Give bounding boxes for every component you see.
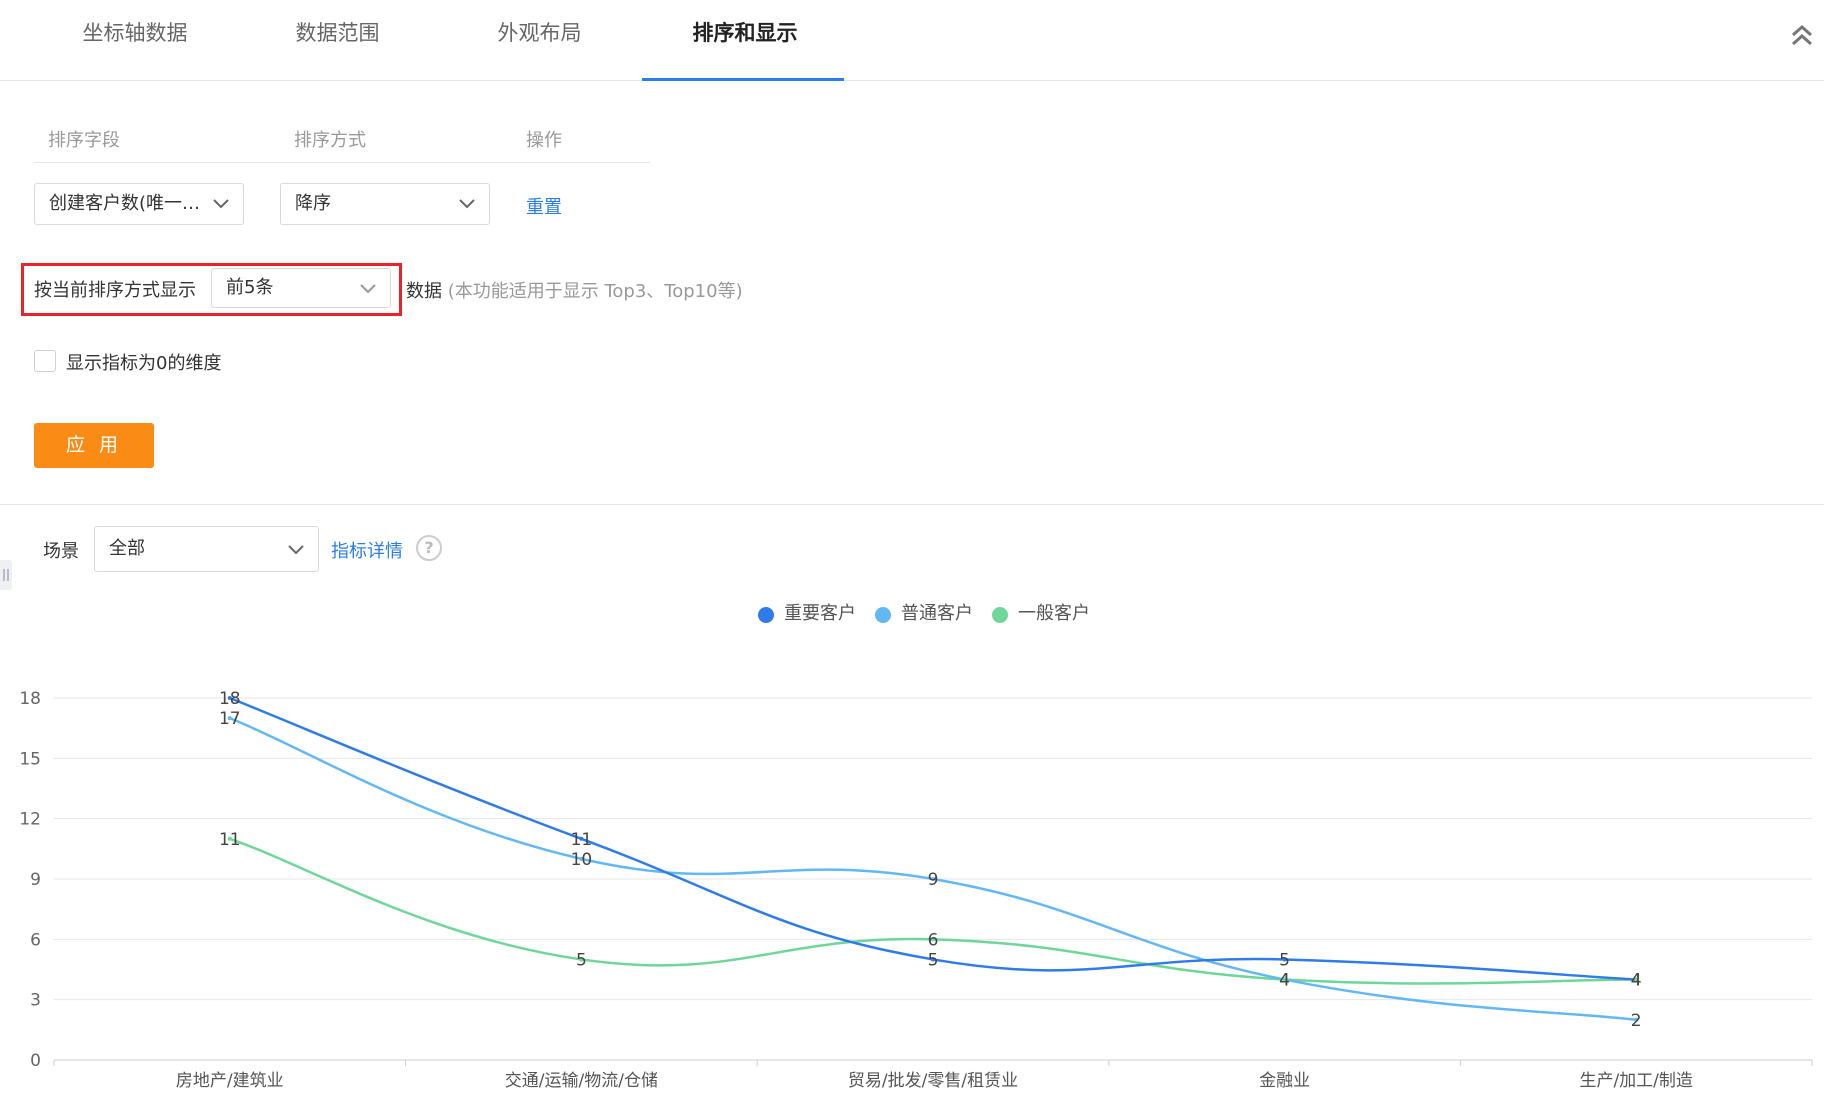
y-tick-label: 6 bbox=[30, 930, 41, 950]
data-label: 18 bbox=[219, 689, 241, 709]
reset-link[interactable]: 重置 bbox=[526, 193, 562, 219]
tab-data-range[interactable]: 数据范围 bbox=[290, 18, 385, 48]
data-label: 5 bbox=[928, 950, 939, 970]
double-chevron-up-icon[interactable] bbox=[1790, 22, 1814, 48]
legend-dot bbox=[875, 607, 891, 623]
y-tick-label: 9 bbox=[30, 870, 41, 890]
x-tick-label: 金融业 bbox=[1259, 1071, 1310, 1091]
top-n-hint: (本功能适用于显示 Top3、Top10等) bbox=[447, 281, 743, 302]
table-header-divider bbox=[34, 162, 650, 163]
line-chart: 0 3 6 9 12 15 18 房地产/建筑业 交通/运输/物流/仓储 贸易/批发/零售/租赁业… bbox=[19, 689, 1813, 1091]
tab-appearance[interactable]: 外观布局 bbox=[492, 18, 587, 48]
top-n-select[interactable]: 前5条 bbox=[211, 268, 391, 308]
top-n-suffix: 数据 bbox=[406, 281, 442, 302]
data-label: 10 bbox=[571, 850, 593, 870]
header-operation: 操作 bbox=[526, 130, 562, 151]
top-n-suffix-row: 数据 (本功能适用于显示 Top3、Top10等) bbox=[406, 277, 743, 303]
header-sort-order: 排序方式 bbox=[294, 130, 366, 151]
legend-label: 一般客户 bbox=[1018, 603, 1090, 624]
scene-select[interactable]: 全部 bbox=[94, 526, 319, 572]
tab-sort-display[interactable]: 排序和显示 bbox=[680, 18, 810, 48]
data-label: 4 bbox=[1631, 971, 1642, 991]
sort-field-value: 创建客户数(唯一… bbox=[49, 193, 201, 214]
show-zero-checkbox[interactable] bbox=[34, 350, 56, 372]
data-label: 11 bbox=[219, 830, 241, 850]
help-icon[interactable]: ? bbox=[416, 535, 442, 561]
apply-button[interactable]: 应 用 bbox=[34, 423, 154, 468]
data-label: 2 bbox=[1631, 1011, 1642, 1031]
y-tick-label: 3 bbox=[30, 991, 41, 1011]
x-tick-label: 贸易/批发/零售/租赁业 bbox=[848, 1071, 1018, 1091]
scene-value: 全部 bbox=[109, 538, 145, 559]
legend-dot bbox=[758, 607, 774, 623]
data-label: 17 bbox=[219, 709, 241, 729]
scene-label: 场景 bbox=[43, 541, 79, 562]
chevron-down-icon bbox=[213, 199, 229, 209]
series-line bbox=[229, 716, 1637, 1022]
chevron-down-icon bbox=[459, 199, 475, 209]
tab-bar: 坐标轴数据 数据范围 外观布局 排序和显示 bbox=[0, 0, 1824, 81]
data-label: 11 bbox=[571, 830, 593, 850]
sort-field-select[interactable]: 创建客户数(唯一… bbox=[34, 183, 244, 225]
chevron-down-icon bbox=[288, 545, 304, 555]
data-label: 5 bbox=[576, 950, 587, 970]
y-tick-label: 0 bbox=[30, 1051, 41, 1071]
sort-order-select[interactable]: 降序 bbox=[280, 183, 490, 225]
x-tick-label: 生产/加工/制造 bbox=[1579, 1071, 1692, 1091]
header-sort-field: 排序字段 bbox=[48, 130, 120, 151]
legend-item-normal[interactable]: 普通客户 bbox=[875, 602, 973, 626]
y-tick-label: 18 bbox=[19, 689, 41, 709]
legend-item-important[interactable]: 重要客户 bbox=[758, 602, 856, 626]
data-label: 4 bbox=[1279, 971, 1290, 991]
legend-item-general[interactable]: 一般客户 bbox=[992, 602, 1090, 626]
indicator-detail-link[interactable]: 指标详情 bbox=[331, 537, 403, 563]
legend-label: 普通客户 bbox=[901, 603, 973, 624]
legend-dot bbox=[992, 607, 1008, 623]
data-label: 5 bbox=[1279, 950, 1290, 970]
chevron-down-icon bbox=[360, 284, 376, 294]
top-n-label: 按当前排序方式显示 bbox=[34, 280, 196, 301]
tab-axis-data[interactable]: 坐标轴数据 bbox=[80, 18, 190, 48]
top-n-value: 前5条 bbox=[226, 277, 274, 298]
y-tick-label: 12 bbox=[19, 810, 41, 830]
section-divider bbox=[0, 504, 1824, 505]
x-tick-label: 交通/运输/物流/仓储 bbox=[505, 1071, 658, 1091]
data-label: 9 bbox=[928, 870, 939, 890]
x-tick-label: 房地产/建筑业 bbox=[176, 1071, 284, 1091]
y-tick-label: 15 bbox=[19, 749, 41, 769]
sort-order-value: 降序 bbox=[295, 193, 331, 214]
show-zero-label: 显示指标为0的维度 bbox=[66, 353, 222, 374]
legend-label: 重要客户 bbox=[784, 603, 856, 624]
data-label: 6 bbox=[928, 930, 939, 950]
drag-handle[interactable] bbox=[0, 560, 12, 590]
active-tab-indicator bbox=[642, 78, 844, 81]
